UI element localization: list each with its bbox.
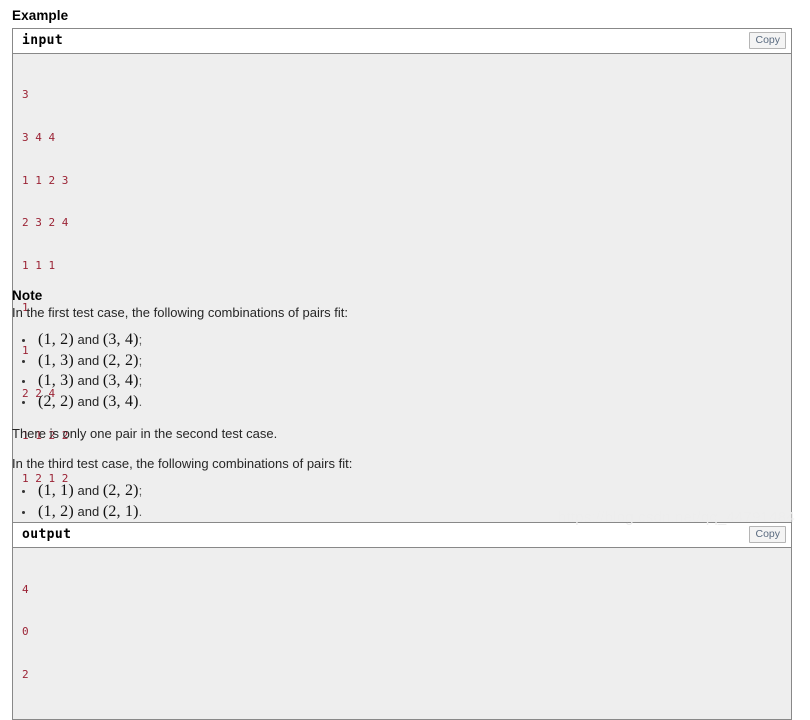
note-body: In the first test case, the following co…	[12, 305, 792, 536]
pair-left: (1, 3)	[38, 372, 74, 389]
pair-punctuation: ;	[138, 352, 143, 368]
pair-conjunction: and	[77, 352, 100, 368]
sample-input-line: 1 1 1	[22, 258, 56, 272]
pair-conjunction: and	[77, 373, 100, 388]
sample-block-output: output Copy 4 0 2	[13, 522, 791, 719]
pair-list-first-case: (1, 2) and (3, 4); (1, 3) and (2, 2); (1…	[12, 330, 792, 412]
sample-input-line: 3	[22, 88, 29, 102]
sample-output-line: 0	[22, 625, 29, 639]
list-item: (1, 2) and (3, 4);	[12, 330, 792, 351]
pair-right: (3, 4)	[102, 372, 139, 389]
pair-conjunction: and	[77, 393, 100, 409]
note-heading: Note	[12, 288, 43, 303]
pair-left: (1, 1)	[38, 482, 74, 499]
list-item: (2, 2) and (3, 4).	[12, 392, 792, 413]
sample-output-line: 2	[22, 667, 29, 681]
pair-conjunction: and	[77, 503, 100, 519]
sample-input-line: 2 3 2 4	[22, 216, 69, 230]
pair-left: (1, 2)	[38, 331, 74, 348]
sample-input-title: input	[22, 33, 64, 48]
pair-right: (3, 4)	[102, 331, 139, 348]
pair-right: (2, 1)	[102, 502, 139, 520]
note-paragraph-3: In the third test case, the following co…	[12, 456, 353, 471]
problem-statement-page: Example input Copy 3 3 4 4 1 1 2 3 2 3 2…	[0, 0, 810, 720]
pair-right: (3, 4)	[102, 392, 139, 410]
list-item: (1, 3) and (3, 4);	[12, 371, 792, 392]
list-item: (1, 3) and (2, 2);	[12, 351, 792, 372]
pair-left: (1, 3)	[38, 351, 74, 369]
note-paragraph-2: There is only one pair in the second tes…	[12, 426, 278, 441]
watermark: https://blog.csdn.net/qq_44791484	[558, 509, 795, 526]
pair-punctuation: ;	[138, 332, 143, 347]
example-heading: Example	[12, 8, 69, 23]
copy-input-button[interactable]: Copy	[749, 32, 786, 49]
pair-right: (2, 2)	[102, 351, 139, 369]
pair-conjunction: and	[77, 483, 100, 498]
sample-input-header: input Copy	[13, 29, 791, 54]
sample-output-body: 4 0 2	[13, 548, 791, 719]
pair-punctuation: ;	[138, 373, 143, 388]
pair-punctuation: .	[138, 503, 143, 519]
sample-input-line: 1 1 2 3	[22, 173, 69, 187]
pair-left: (2, 2)	[38, 392, 74, 410]
pair-right: (2, 2)	[102, 482, 139, 499]
pair-left: (1, 2)	[38, 502, 74, 520]
sample-output-line: 4	[22, 582, 29, 596]
sample-input-line: 3 4 4	[22, 131, 56, 144]
pair-conjunction: and	[77, 332, 100, 347]
pair-punctuation: .	[138, 393, 143, 409]
pair-punctuation: ;	[138, 483, 143, 498]
note-paragraph-1: In the first test case, the following co…	[12, 305, 348, 320]
list-item: (1, 1) and (2, 2);	[12, 481, 792, 502]
